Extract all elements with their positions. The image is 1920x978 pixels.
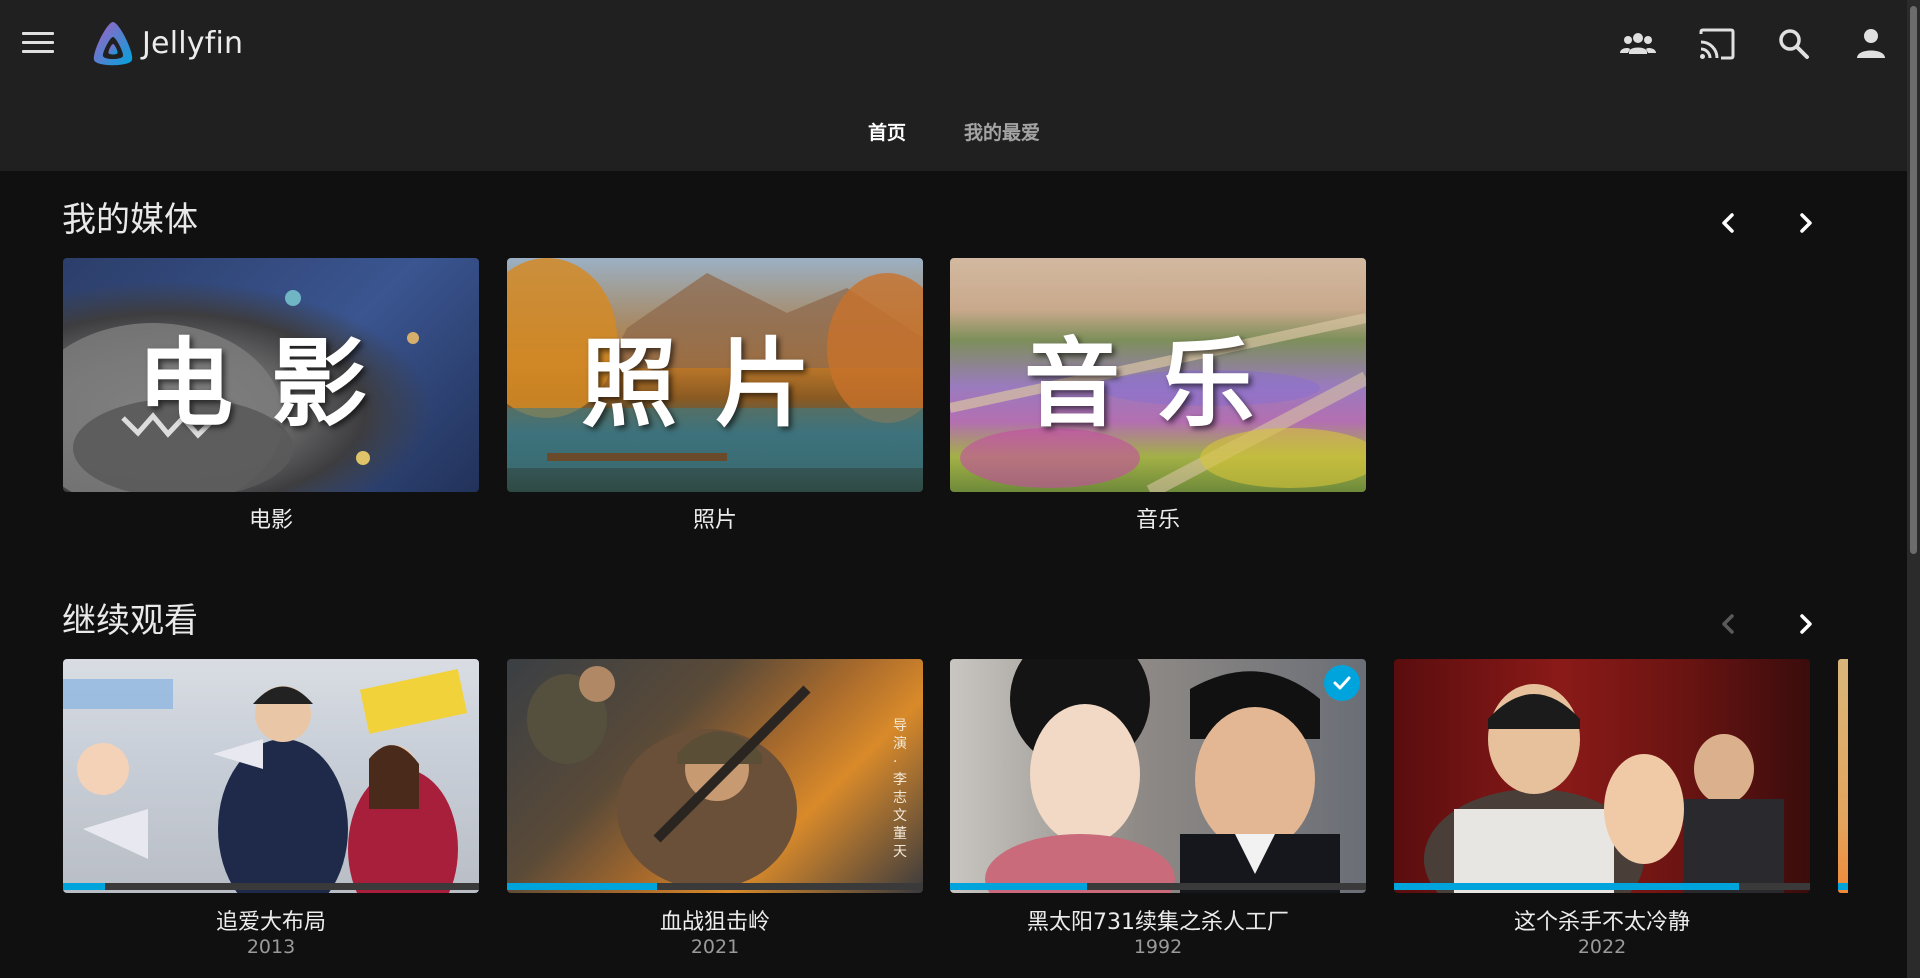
- video-thumbnail[interactable]: 导演 · 李志文 董天: [507, 659, 923, 893]
- app-header: Jellyfin 首页 我的最爱: [0, 0, 1907, 171]
- tab-home[interactable]: 首页: [868, 118, 906, 145]
- video-thumbnail[interactable]: [1394, 659, 1810, 893]
- continue-watching-next-button[interactable]: [1786, 604, 1826, 644]
- video-year: 2013: [246, 936, 296, 958]
- progress-bar: [63, 883, 479, 890]
- user-account-icon[interactable]: [1849, 22, 1893, 66]
- search-icon[interactable]: [1772, 22, 1816, 66]
- library-label[interactable]: 照片: [507, 502, 923, 534]
- video-year: 2022: [1577, 936, 1627, 958]
- video-thumbnail[interactable]: [63, 659, 479, 893]
- progress-bar: [1394, 883, 1810, 890]
- progress-bar: [507, 883, 923, 890]
- video-thumbnail[interactable]: [950, 659, 1366, 893]
- library-overlay-title: 电影: [137, 326, 405, 440]
- my-media-title: 我的媒体: [62, 200, 198, 240]
- continue-watching-title: 继续观看: [62, 601, 198, 641]
- video-title[interactable]: 这个杀手不太冷静: [1394, 904, 1810, 936]
- progress-bar: [950, 883, 1366, 890]
- users-group-icon[interactable]: [1616, 22, 1660, 66]
- my-media-prev-button[interactable]: [1708, 203, 1748, 243]
- video-title[interactable]: 血战狙击岭: [507, 904, 923, 936]
- library-label[interactable]: 音乐: [950, 502, 1366, 534]
- continue-watching-prev-button[interactable]: [1708, 604, 1748, 644]
- home-tabs: 首页 我的最爱: [0, 118, 1907, 148]
- tab-favorites[interactable]: 我的最爱: [964, 118, 1040, 145]
- cast-icon[interactable]: [1695, 22, 1739, 66]
- page-scrollbar[interactable]: [1907, 0, 1920, 978]
- video-title[interactable]: 黑太阳731续集之杀人工厂: [950, 904, 1366, 936]
- poster-credit-text: 导演 · 李志文 董天: [893, 718, 907, 860]
- photos-library-art[interactable]: 照片: [507, 258, 923, 492]
- video-year: 2021: [690, 936, 740, 958]
- brand-name[interactable]: Jellyfin: [142, 26, 243, 61]
- hamburger-menu-icon[interactable]: [22, 30, 54, 56]
- watched-check-icon[interactable]: [1324, 665, 1360, 701]
- my-media-next-button[interactable]: [1786, 203, 1826, 243]
- movie-library-art[interactable]: 电影: [63, 258, 479, 492]
- scrollbar-thumb[interactable]: [1910, 6, 1917, 554]
- video-year: 1992: [1133, 936, 1183, 958]
- library-label[interactable]: 电影: [63, 502, 479, 534]
- library-overlay-title: 音乐: [1024, 326, 1292, 440]
- jellyfin-logo-icon[interactable]: [90, 20, 136, 68]
- music-library-art[interactable]: 音乐: [950, 258, 1366, 492]
- library-overlay-title: 照片: [581, 326, 849, 440]
- video-title[interactable]: 追爱大布局: [63, 904, 479, 936]
- continue-card-5-partial[interactable]: [1838, 659, 1848, 893]
